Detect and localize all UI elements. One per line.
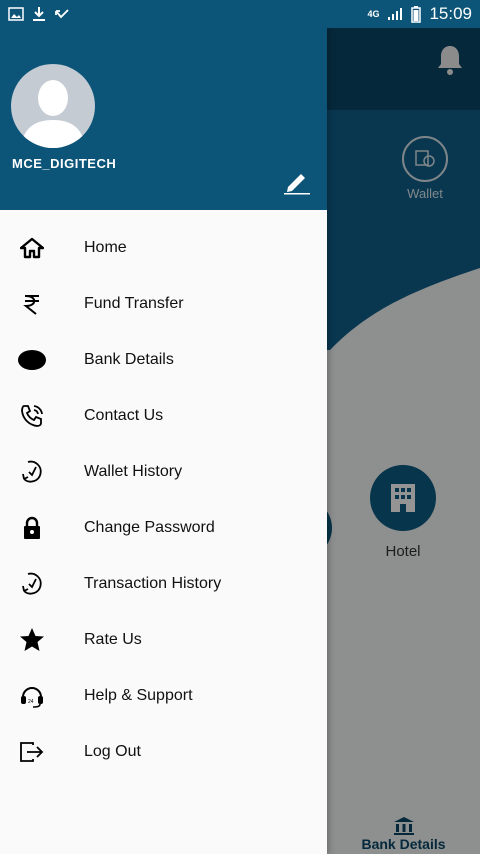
user-silhouette-icon	[21, 80, 85, 148]
menu-item-label: Home	[84, 239, 127, 256]
drawer-menu: Home Fund Transfer Bank Details Contact …	[0, 220, 327, 780]
logout-icon	[16, 736, 48, 768]
signal-icon	[388, 8, 403, 20]
rupee-icon	[16, 288, 48, 320]
home-icon	[16, 232, 48, 264]
menu-item-label: Transaction History	[84, 575, 222, 592]
menu-item-label: Bank Details	[84, 351, 174, 368]
network-type: 4G	[367, 8, 380, 19]
missed-call-icon	[55, 9, 69, 19]
status-notifications	[8, 6, 70, 22]
phone-ringing-icon	[16, 400, 48, 432]
status-bar: 4G 15:09	[0, 0, 480, 28]
clock: 15:09	[429, 4, 472, 23]
gallery-icon	[8, 7, 24, 21]
star-icon	[16, 624, 48, 656]
menu-item-label: Fund Transfer	[84, 295, 184, 312]
menu-item-contact-us[interactable]: Contact Us	[0, 388, 327, 444]
menu-item-label: Log Out	[84, 743, 141, 760]
status-system: 4G 15:09	[367, 4, 472, 24]
menu-item-help-support[interactable]: 24 Help & Support	[0, 668, 327, 724]
menu-item-label: Help & Support	[84, 687, 193, 704]
headset-icon: 24	[16, 680, 48, 712]
menu-item-label: Change Password	[84, 519, 215, 536]
menu-item-home[interactable]: Home	[0, 220, 327, 276]
menu-item-label: Contact Us	[84, 407, 164, 424]
battery-icon	[411, 5, 422, 23]
avatar[interactable]	[11, 64, 95, 148]
username: MCE_DIGITECH	[12, 156, 117, 171]
ellipse-icon	[16, 344, 48, 376]
drawer-header: MCE_DIGITECH	[0, 28, 327, 210]
menu-item-change-password[interactable]: Change Password	[0, 500, 327, 556]
svg-text:24: 24	[28, 699, 34, 705]
menu-item-bank-details[interactable]: Bank Details	[0, 332, 327, 388]
edit-profile-button[interactable]	[282, 168, 312, 196]
menu-item-fund-transfer[interactable]: Fund Transfer	[0, 276, 327, 332]
menu-item-rate-us[interactable]: Rate Us	[0, 612, 327, 668]
menu-item-log-out[interactable]: Log Out	[0, 724, 327, 780]
navigation-drawer: MCE_DIGITECH Home Fund Transfer Bank Det…	[0, 28, 327, 854]
menu-item-wallet-history[interactable]: Wallet History	[0, 444, 327, 500]
download-icon	[33, 7, 45, 21]
pencil-icon	[284, 174, 310, 195]
lock-icon	[16, 512, 48, 544]
menu-item-transaction-history[interactable]: Transaction History	[0, 556, 327, 612]
menu-item-label: Wallet History	[84, 463, 183, 480]
history-icon	[16, 568, 48, 600]
history-icon	[16, 456, 48, 488]
menu-item-label: Rate Us	[84, 631, 142, 648]
